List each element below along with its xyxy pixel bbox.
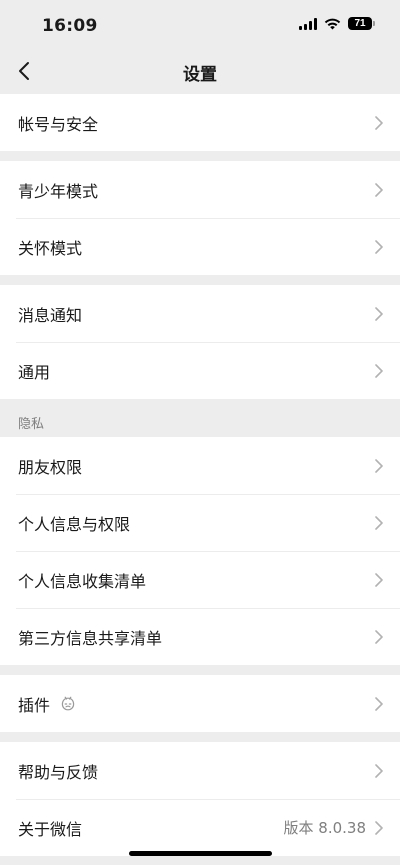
row-plugins[interactable]: 插件 xyxy=(0,675,400,732)
group-plugins: 插件 xyxy=(0,675,400,732)
chevron-right-icon xyxy=(375,697,383,711)
row-general[interactable]: 通用 xyxy=(0,342,400,399)
row-label: 个人信息收集清单 xyxy=(18,571,147,591)
row-account-security[interactable]: 帐号与安全 xyxy=(0,94,400,151)
group-modes: 青少年模式 关怀模式 xyxy=(0,161,400,275)
row-label: 朋友权限 xyxy=(18,457,83,477)
plugin-icon xyxy=(61,696,75,710)
group-general: 消息通知 通用 xyxy=(0,285,400,399)
chevron-right-icon xyxy=(375,183,383,197)
group-about: 帮助与反馈 关于微信 版本 8.0.38 xyxy=(0,742,400,856)
chevron-right-icon xyxy=(375,630,383,644)
row-notifications[interactable]: 消息通知 xyxy=(0,285,400,342)
row-label: 青少年模式 xyxy=(18,181,99,201)
chevron-right-icon xyxy=(375,764,383,778)
group-account: 帐号与安全 xyxy=(0,94,400,151)
page-title: 设置 xyxy=(183,65,217,85)
chevron-right-icon xyxy=(375,240,383,254)
row-teen-mode[interactable]: 青少年模式 xyxy=(0,161,400,218)
chevron-right-icon xyxy=(375,459,383,473)
row-label: 消息通知 xyxy=(18,305,83,325)
wifi-icon xyxy=(324,18,341,29)
home-indicator xyxy=(129,851,272,856)
nav-bar: 设置 xyxy=(0,50,400,94)
status-time: 16:09 xyxy=(42,16,98,36)
row-label: 通用 xyxy=(18,362,51,382)
row-label: 帐号与安全 xyxy=(18,114,99,134)
row-third-party-sharing[interactable]: 第三方信息共享清单 xyxy=(0,608,400,665)
row-about-wechat[interactable]: 关于微信 版本 8.0.38 xyxy=(0,799,400,856)
signal-icon xyxy=(299,17,317,30)
row-label: 关怀模式 xyxy=(18,238,83,258)
row-help-feedback[interactable]: 帮助与反馈 xyxy=(0,742,400,799)
chevron-right-icon xyxy=(375,516,383,530)
row-label: 插件 xyxy=(18,695,51,715)
chevron-right-icon xyxy=(375,821,383,835)
chevron-right-icon xyxy=(375,573,383,587)
row-label: 关于微信 xyxy=(18,819,83,839)
row-label: 帮助与反馈 xyxy=(18,762,99,782)
row-label: 个人信息与权限 xyxy=(18,514,131,534)
row-personal-info-permissions[interactable]: 个人信息与权限 xyxy=(0,494,400,551)
status-icons: 71 xyxy=(299,17,375,30)
chevron-right-icon xyxy=(375,364,383,378)
row-care-mode[interactable]: 关怀模式 xyxy=(0,218,400,275)
chevron-right-icon xyxy=(375,307,383,321)
row-personal-info-collection[interactable]: 个人信息收集清单 xyxy=(0,551,400,608)
version-text: 版本 8.0.38 xyxy=(283,819,366,837)
battery-icon: 71 xyxy=(348,17,375,30)
section-label-privacy: 隐私 xyxy=(18,417,45,432)
group-privacy: 朋友权限 个人信息与权限 个人信息收集清单 第三方信息共享清单 xyxy=(0,437,400,665)
row-friend-permissions[interactable]: 朋友权限 xyxy=(0,437,400,494)
status-bar: 16:09 71 xyxy=(0,0,400,50)
chevron-right-icon xyxy=(375,116,383,130)
row-label: 第三方信息共享清单 xyxy=(18,628,163,648)
battery-level: 71 xyxy=(354,18,366,29)
